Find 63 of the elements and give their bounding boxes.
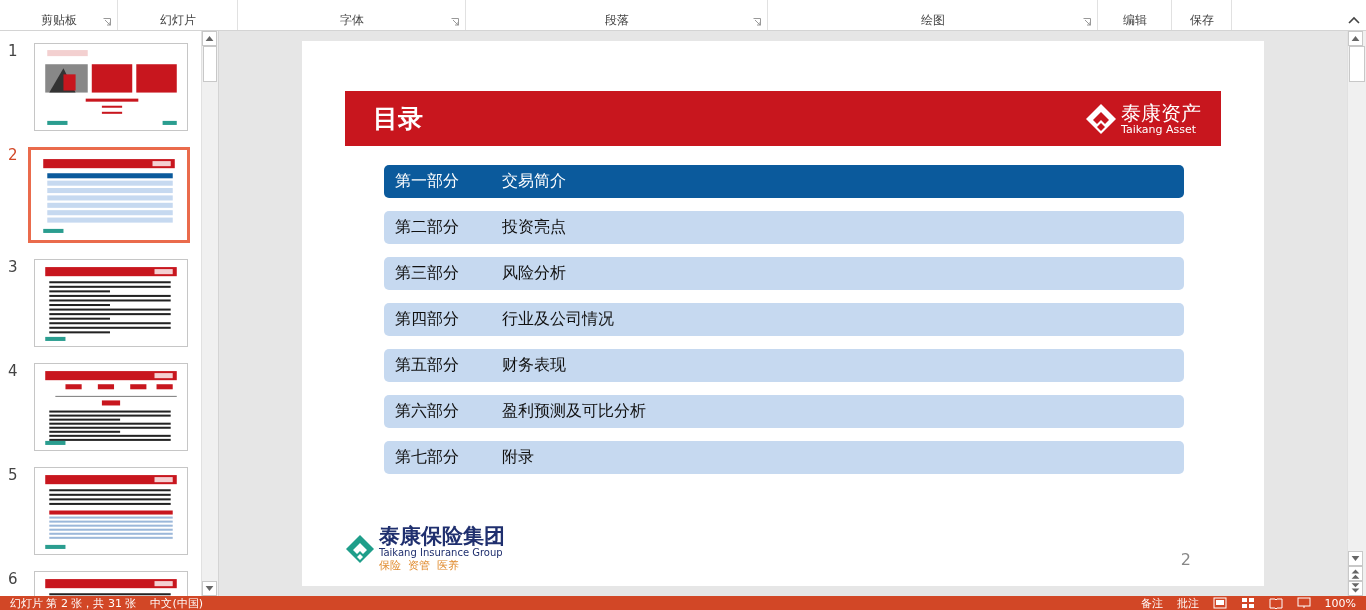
notes-button[interactable]: 备注 [1140, 596, 1163, 610]
section-title: 交易简介 [502, 171, 566, 192]
zoom-level[interactable]: 100% [1324, 596, 1356, 610]
section-number: 第三部分 [395, 263, 460, 284]
dialog-launcher-icon[interactable] [451, 18, 459, 26]
logo-text: 泰康保险集团 [379, 524, 505, 547]
slide-number: 3 [8, 259, 19, 275]
group-label: 保存 [1189, 13, 1214, 27]
section-title: 风险分析 [502, 263, 566, 284]
group-label: 绘图 [920, 13, 945, 27]
slide-number: 5 [8, 467, 19, 483]
reading-view-icon[interactable] [1268, 597, 1283, 609]
section-number: 第四部分 [395, 309, 460, 330]
group-label: 段落 [604, 13, 629, 27]
section-title: 行业及公司情况 [502, 309, 614, 330]
section-number: 第二部分 [395, 217, 460, 238]
scroll-down-icon[interactable] [1348, 551, 1363, 566]
slide-number: 4 [8, 363, 19, 379]
scroll-thumb[interactable] [203, 46, 217, 82]
logo-icon [345, 534, 375, 564]
slide-number: 6 [8, 571, 19, 587]
section-number: 第七部分 [395, 447, 460, 468]
slide-thumbnail[interactable] [34, 363, 188, 451]
page-number: 2 [1180, 549, 1191, 569]
section-number: 第六部分 [395, 401, 460, 422]
logo-text: 泰康资产 [1121, 101, 1201, 124]
scroll-thumb[interactable] [1349, 46, 1365, 82]
slideshow-icon[interactable] [1296, 597, 1311, 609]
scroll-up-icon[interactable] [1348, 31, 1363, 46]
slide-title: 目录 [373, 103, 423, 135]
slide-counter: 幻灯片 第 2 张，共 31 张 [10, 596, 137, 610]
slide-sorter-icon[interactable] [1240, 597, 1255, 609]
slide-thumbnail[interactable] [28, 147, 190, 243]
language-indicator[interactable]: 中文(中国) [150, 596, 204, 610]
dialog-launcher-icon[interactable] [103, 18, 111, 26]
group-label: 编辑 [1122, 13, 1147, 27]
previous-slide-icon[interactable] [1348, 566, 1363, 581]
section-title: 盈利预测及可比分析 [502, 401, 646, 422]
section-title: 附录 [502, 447, 534, 468]
logo-subtitle: Taikang Asset [1121, 123, 1197, 136]
dialog-launcher-icon[interactable] [1083, 18, 1091, 26]
slide-number: 1 [8, 43, 19, 59]
slide-thumbnail[interactable] [34, 467, 188, 555]
comments-button[interactable]: 批注 [1176, 596, 1199, 610]
scroll-down-icon[interactable] [202, 581, 217, 596]
scroll-up-icon[interactable] [202, 31, 217, 46]
section-title: 投资亮点 [502, 217, 566, 238]
dialog-launcher-icon[interactable] [753, 18, 761, 26]
logo-icon [1085, 102, 1117, 135]
slide-number: 2 [8, 147, 19, 163]
collapse-ribbon-icon[interactable] [1348, 16, 1360, 24]
slide-thumbnail[interactable] [34, 259, 188, 347]
group-label: 幻灯片 [159, 13, 196, 27]
group-label: 剪贴板 [40, 13, 77, 27]
section-number: 第一部分 [395, 171, 460, 192]
section-title: 财务表现 [502, 355, 566, 376]
normal-view-icon[interactable] [1212, 597, 1227, 609]
slide-thumbnail[interactable] [34, 43, 188, 131]
logo-subtitle: Taikang Insurance Group [379, 547, 503, 558]
section-number: 第五部分 [395, 355, 460, 376]
next-slide-icon[interactable] [1348, 581, 1363, 596]
group-label: 字体 [339, 13, 364, 27]
logo-tagline: 保险 资管 医养 [379, 558, 459, 574]
